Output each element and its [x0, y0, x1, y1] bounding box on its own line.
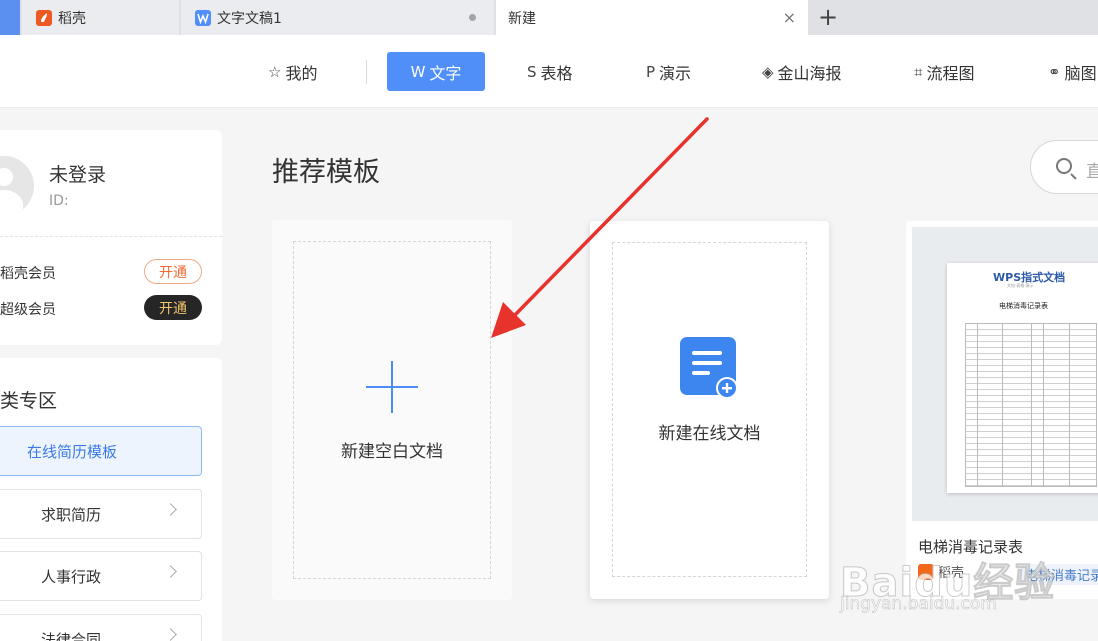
- template-subtitle: 文档·表格·演示: [1007, 283, 1034, 288]
- new-online-document-card[interactable]: 新建在线文档: [590, 221, 829, 599]
- section-title: 推荐模板: [272, 157, 380, 188]
- template-card[interactable]: WPS指式文档 文档·表格·演示 电梯消毒记录表 电梯消毒记录表 稻壳 电梯消毒…: [906, 221, 1098, 599]
- star-icon: ☆: [268, 62, 282, 81]
- wps-writer-icon: [195, 9, 211, 26]
- chevron-right-icon: [164, 565, 177, 578]
- nav-label: 流程图: [926, 63, 975, 83]
- spreadsheet-icon: S: [527, 62, 537, 81]
- tab-label: 文字文稿1: [217, 10, 282, 27]
- template-preview: WPS指式文档 文档·表格·演示 电梯消毒记录表: [947, 263, 1098, 493]
- chevron-right-icon: [164, 503, 177, 516]
- template-search-input[interactable]: 直: [1030, 140, 1098, 194]
- avatar[interactable]: [0, 156, 34, 216]
- profile-card: 未登录 ID: 稻壳会员 开通 超级会员 开通: [0, 130, 222, 345]
- new-blank-document-label: 新建空白文档: [341, 442, 443, 462]
- avatar-body: [0, 190, 23, 216]
- template-title: 电梯消毒记录表: [918, 538, 1024, 556]
- grid-line: [1043, 323, 1044, 487]
- zone-item-label: 法律合同: [41, 630, 102, 641]
- grid-line: [1031, 323, 1032, 487]
- nav-item-mine[interactable]: ☆ 我的: [268, 52, 317, 91]
- poster-icon: ◈: [762, 62, 774, 81]
- daoke-icon: [36, 9, 52, 26]
- close-icon[interactable]: ×: [783, 8, 796, 27]
- daoke-icon: [918, 563, 934, 580]
- user-id: ID:: [49, 193, 69, 209]
- add-tab-button[interactable]: +: [818, 4, 838, 30]
- nav-item-presentation[interactable]: P 演示: [646, 52, 691, 91]
- tab-label: 新建: [508, 10, 536, 27]
- divider: [0, 236, 222, 237]
- top-nav: ☆ 我的 W 文字 S 表格 P 演示 ◈ 金山海报 ⌗ 流程图 ⚭ 脑图: [0, 35, 1098, 108]
- nav-divider: [366, 60, 367, 84]
- template-author: 稻壳: [918, 562, 964, 581]
- nav-label: 文字: [429, 63, 462, 83]
- unsaved-dot-icon: [469, 14, 476, 21]
- zone-item-label: 求职简历: [41, 505, 102, 524]
- template-doc-title: 电梯消毒记录表: [999, 302, 1048, 310]
- presentation-icon: P: [646, 62, 656, 81]
- zone-title: 类专区: [0, 390, 58, 412]
- template-thumbnail: WPS指式文档 文档·表格·演示 电梯消毒记录表: [912, 227, 1098, 521]
- grid-line: [1069, 323, 1070, 487]
- grid-line: [1002, 323, 1003, 487]
- tab-new[interactable]: 新建 ×: [496, 0, 808, 35]
- tab-stub[interactable]: [0, 0, 20, 35]
- nav-item-poster[interactable]: ◈ 金山海报: [762, 52, 842, 91]
- nav-label: 演示: [659, 63, 692, 83]
- mindmap-icon: ⚭: [1048, 62, 1061, 81]
- zone-item-online-resume[interactable]: 在线简历模板: [0, 426, 202, 476]
- nav-label: 金山海报: [777, 63, 842, 83]
- template-tag[interactable]: 电梯消毒记录表: [1021, 564, 1098, 585]
- nav-item-mindmap[interactable]: ⚭ 脑图: [1048, 52, 1097, 91]
- membership-label: 超级会员: [0, 302, 56, 318]
- tab-bar: 稻壳 文字文稿1 新建 × +: [0, 0, 1098, 35]
- zone-item-job-resume[interactable]: 求职简历: [0, 489, 202, 539]
- grid-line: [977, 323, 978, 487]
- zone-item-hr-admin[interactable]: 人事行政: [0, 551, 202, 601]
- new-online-document-label: 新建在线文档: [658, 424, 761, 444]
- search-placeholder: 直: [1086, 162, 1098, 182]
- flowchart-icon: ⌗: [914, 62, 923, 81]
- nav-label: 脑图: [1064, 63, 1097, 83]
- nav-item-spreadsheet[interactable]: S 表格: [527, 52, 573, 91]
- tab-daoke[interactable]: 稻壳: [22, 0, 179, 35]
- new-blank-document-card[interactable]: 新建空白文档: [272, 220, 512, 600]
- zone-item-legal-contract[interactable]: 法律合同: [0, 614, 202, 641]
- dashed-frame: [612, 242, 807, 577]
- membership-label: 稻壳会员: [0, 266, 56, 282]
- plus-icon: [366, 361, 418, 413]
- zone-item-label: 人事行政: [41, 567, 102, 586]
- open-super-button[interactable]: 开通: [144, 295, 202, 320]
- tab-label: 稻壳: [58, 10, 86, 27]
- online-document-icon: [680, 337, 740, 401]
- nav-item-writer[interactable]: W 文字: [387, 52, 485, 91]
- nav-item-flowchart[interactable]: ⌗ 流程图: [914, 52, 974, 91]
- category-zone-card: 类专区 在线简历模板 求职简历 人事行政 法律合同: [0, 358, 222, 641]
- writer-icon: W: [410, 62, 426, 81]
- avatar-head: [0, 168, 13, 186]
- open-daoke-button[interactable]: 开通: [144, 259, 202, 284]
- tab-document[interactable]: 文字文稿1: [181, 0, 494, 35]
- membership-row-daoke: 稻壳会员 开通: [0, 257, 222, 287]
- nav-label: 我的: [285, 63, 318, 83]
- username[interactable]: 未登录: [49, 160, 106, 187]
- template-author-name: 稻壳: [938, 566, 965, 581]
- chevron-right-icon: [164, 628, 177, 641]
- search-icon: [1056, 158, 1072, 174]
- nav-label: 表格: [540, 63, 573, 83]
- zone-item-label: 在线简历模板: [27, 442, 118, 461]
- membership-row-super: 超级会员 开通: [0, 293, 222, 323]
